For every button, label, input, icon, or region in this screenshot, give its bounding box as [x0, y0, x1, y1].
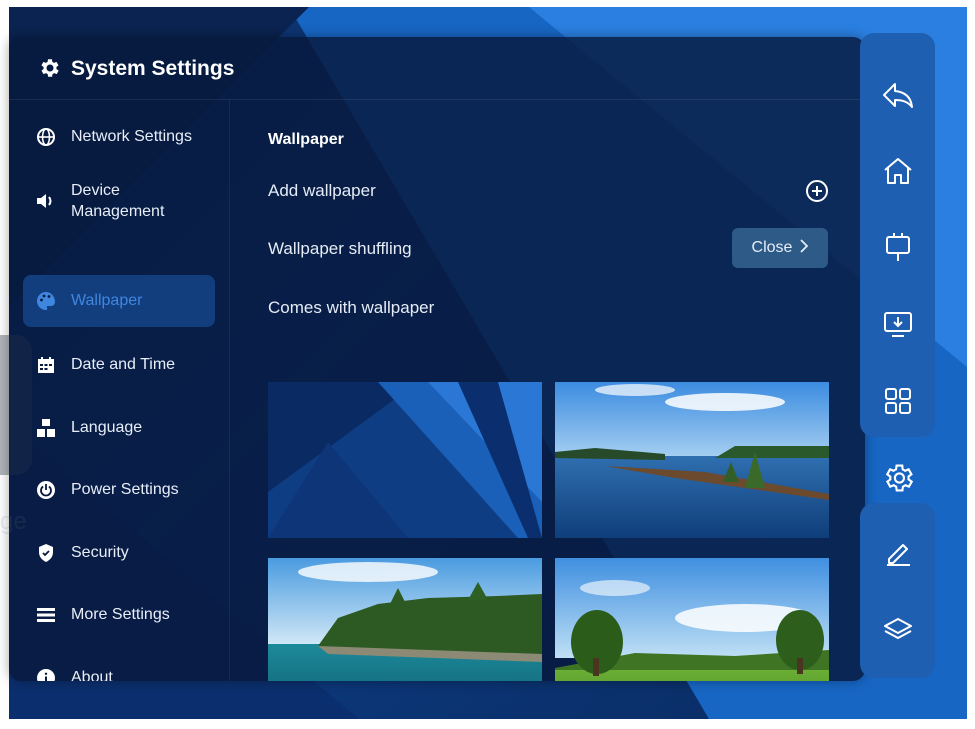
back-icon[interactable] [879, 76, 917, 114]
wallpaper-shuffling-label: Wallpaper shuffling [268, 239, 412, 258]
builtin-wallpaper-label: Comes with wallpaper [268, 298, 435, 317]
wallpaper-thumbnail-abstract[interactable] [268, 382, 542, 538]
settings-icon[interactable] [879, 459, 917, 497]
home-icon[interactable] [879, 152, 917, 190]
list-icon [35, 604, 57, 626]
sidebar-item-device-management[interactable]: Device Management [23, 177, 215, 225]
whiteboard-icon[interactable] [879, 228, 917, 266]
sidebar-item-language[interactable]: Language [23, 412, 215, 444]
apps-grid-icon[interactable] [879, 382, 917, 420]
calendar-icon [35, 354, 57, 376]
wallpaper-shuffling-select[interactable]: Close [732, 228, 828, 268]
sidebar-item-label: Power Settings [71, 481, 179, 498]
sidebar-item-more-settings[interactable]: More Settings [23, 599, 215, 631]
sidebar-item-label: Wallpaper [71, 292, 143, 309]
pen-icon[interactable] [879, 533, 917, 571]
layers-icon[interactable] [879, 611, 917, 649]
sidebar-item-network-settings[interactable]: Network Settings [23, 121, 215, 153]
speaker-icon [35, 190, 57, 212]
chevron-right-icon [800, 238, 809, 258]
sidebar-item-label: Date and Time [71, 356, 176, 373]
language-icon [35, 417, 57, 439]
sidebar-item-label: More Settings [71, 606, 170, 623]
sidebar-item-about[interactable]: About [23, 662, 215, 681]
add-circle-icon[interactable] [805, 179, 829, 203]
power-icon [35, 479, 57, 501]
title-bar: System Settings [9, 37, 865, 100]
page-title: System Settings [71, 57, 235, 80]
sidebar-item-label: Device Management [71, 182, 165, 220]
sidebar: Network Settings Device Management Wallp… [9, 99, 230, 681]
sidebar-item-label: Security [71, 544, 129, 561]
wallpaper-thumbnail-lake[interactable] [555, 382, 829, 538]
palette-icon [35, 290, 57, 312]
info-icon [35, 667, 57, 681]
settings-panel: System Settings Network Settings Device … [9, 37, 865, 681]
sidebar-item-label: About [71, 669, 113, 681]
screen-share-icon[interactable] [879, 305, 917, 343]
gear-icon [41, 59, 59, 77]
globe-icon [35, 126, 57, 148]
sidebar-item-power-settings[interactable]: Power Settings [23, 474, 215, 506]
sidebar-item-security[interactable]: Security [23, 537, 215, 569]
content-area: Wallpaper Add wallpaper Wallpaper shuffl… [230, 99, 865, 681]
tool-bar [860, 503, 935, 678]
shield-icon [35, 542, 57, 564]
shuffling-value: Close [751, 239, 793, 256]
wallpaper-thumbnail-meadow[interactable] [555, 558, 829, 681]
add-wallpaper-label[interactable]: Add wallpaper [268, 181, 376, 201]
sidebar-item-label: Network Settings [71, 128, 192, 145]
sidebar-item-label: Language [71, 419, 143, 436]
section-title: Wallpaper [268, 131, 344, 148]
sidebar-item-wallpaper[interactable]: Wallpaper [23, 275, 215, 327]
sidebar-item-date-and-time[interactable]: Date and Time [23, 349, 215, 381]
wallpaper-thumbnail-forest-coast[interactable] [268, 558, 542, 681]
